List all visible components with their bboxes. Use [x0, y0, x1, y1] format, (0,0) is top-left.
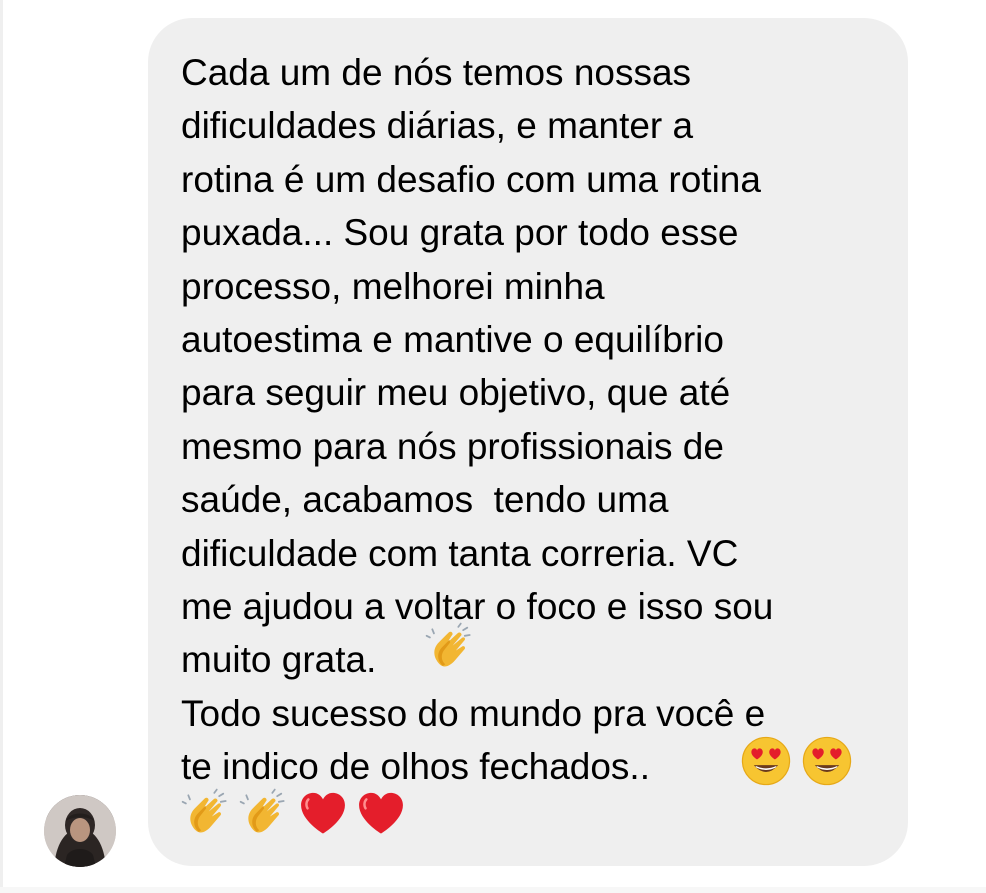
message-line-3: rotina é um desafio com uma rotina [181, 158, 761, 200]
message-line-6: autoestima e mantive o equilíbrio [181, 319, 724, 361]
message-text: Cada um de nós temos nossas dificuldades… [181, 46, 881, 794]
bottom-divider [0, 887, 986, 893]
heart-eyes-face-icon [740, 735, 792, 787]
message-line-1: Cada um de nós temos nossas [181, 52, 692, 93]
message-line-10: dificuldade com tanta correria. VC [181, 532, 739, 574]
clapping-hands-icon [425, 622, 477, 674]
message-line-9: saúde, acabamos tendo uma [181, 479, 669, 521]
clapping-hands-icon [181, 788, 233, 840]
message-line-13: Todo sucesso do mundo pra você e [181, 692, 766, 734]
heart-eyes-face-icon [801, 735, 853, 787]
red-heart-icon [355, 788, 407, 840]
message-line-2: dificuldades diárias, e manter a [181, 105, 694, 147]
red-heart-icon [297, 788, 349, 840]
message-line-11: me ajudou a voltar o foco e isso sou [181, 586, 774, 628]
message-line-14: te indico de olhos fechados.. [181, 746, 650, 788]
message-line-7: para seguir meu objetivo, que até [181, 372, 731, 414]
message-line-4: puxada... Sou grata por todo esse [181, 212, 739, 254]
emoji-line [181, 787, 407, 841]
message-row: Cada um de nós temos nossas dificuldades… [0, 0, 986, 893]
message-line-12: muito grata. [181, 639, 377, 681]
message-line-8: mesmo para nós profissionais de [181, 425, 724, 467]
clapping-hands-icon [239, 788, 291, 840]
message-line-5: processo, melhorei minha [181, 265, 605, 307]
sender-avatar[interactable] [44, 795, 116, 867]
